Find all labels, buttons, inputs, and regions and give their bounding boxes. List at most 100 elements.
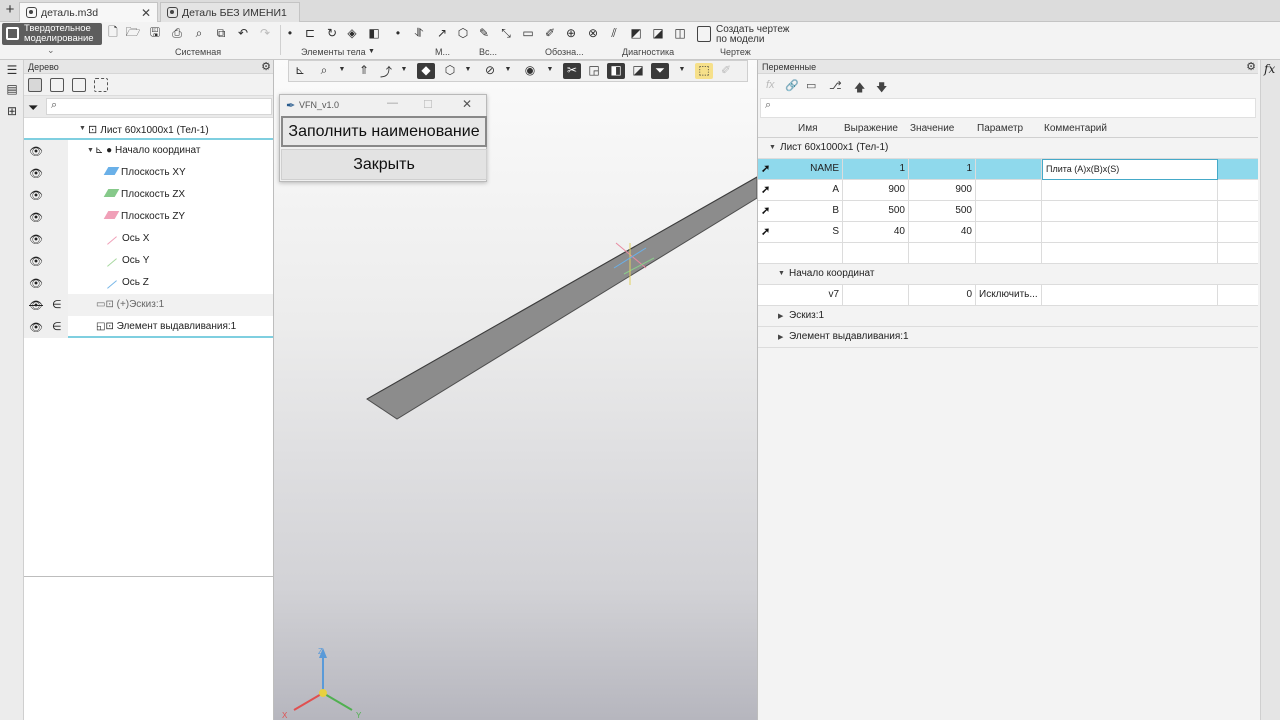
- column-name[interactable]: Имя: [798, 123, 817, 134]
- variable-comment[interactable]: [1042, 222, 1218, 243]
- axis-icon[interactable]: ↗: [434, 25, 450, 41]
- variables-search-input[interactable]: ⌕: [760, 98, 1256, 118]
- structure-view-icon[interactable]: [28, 78, 42, 92]
- eye-icon[interactable]: 👁: [29, 277, 43, 290]
- table-row[interactable]: ➚ B 500 500: [758, 201, 1258, 222]
- eye-icon[interactable]: 👁: [29, 145, 43, 158]
- eye-icon[interactable]: 👁: [29, 167, 43, 180]
- variable-expression[interactable]: 500: [843, 201, 909, 222]
- tree-item-axis-x[interactable]: 👁 Ось X: [24, 228, 273, 250]
- tree-item-extrusion[interactable]: 👁 ∈ ◱⊡ Элемент выдавливания:1: [24, 316, 273, 338]
- tree-icon[interactable]: ⊞: [4, 104, 20, 118]
- tree-search-input[interactable]: ⌕: [46, 98, 272, 115]
- tree-item-sketch[interactable]: 👁 ∈ ▭⊡ (+)Эскиз:1: [24, 294, 273, 316]
- plate-top-face[interactable]: [366, 176, 757, 420]
- group-diagnostics[interactable]: Диагностика: [622, 47, 674, 57]
- tab-detail-m3d[interactable]: деталь.m3d ✕: [19, 2, 158, 22]
- group-annotations[interactable]: Обозна...: [545, 47, 584, 57]
- expand-triangle-icon[interactable]: ▼: [778, 270, 785, 277]
- minimize-icon[interactable]: —: [387, 97, 398, 109]
- variable-parameter[interactable]: Исключить...: [976, 285, 1042, 306]
- variable-comment-input[interactable]: Плита (A)x(B)x(S): [1042, 159, 1218, 180]
- pencil-icon[interactable]: ✐: [542, 25, 558, 41]
- body-icon[interactable]: ◫: [672, 25, 688, 41]
- link-icon[interactable]: 🔗: [785, 79, 799, 92]
- extrude-icon[interactable]: ⊏: [302, 25, 318, 41]
- array-icon[interactable]: ◩: [628, 25, 644, 41]
- variable-expression[interactable]: 40: [843, 222, 909, 243]
- section-origin[interactable]: ▼ Начало координат: [758, 264, 1258, 285]
- sketch-icon[interactable]: ✎: [476, 25, 492, 41]
- variable-comment[interactable]: [1042, 285, 1218, 306]
- new-file-icon[interactable]: 🗋: [105, 25, 121, 41]
- tree-item-plane-zy[interactable]: 👁 Плоскость ZY: [24, 206, 273, 228]
- tree-item-origin[interactable]: 👁 ▼ ⊾ ● Начало координат: [24, 140, 273, 162]
- modeling-mode-button[interactable]: Твердотельное моделирование: [2, 23, 102, 45]
- variable-parameter[interactable]: [976, 180, 1042, 201]
- variable-parameter[interactable]: [976, 201, 1042, 222]
- column-parameter[interactable]: Параметр: [977, 123, 1023, 134]
- tree-item-plane-xy[interactable]: 👁 Плоскость XY: [24, 162, 273, 184]
- table-row[interactable]: ➚ NAME 1 1 Плита (A)x(B)x(S): [758, 159, 1258, 180]
- variable-name[interactable]: S: [796, 222, 843, 243]
- history-view-icon[interactable]: [50, 78, 64, 92]
- arrow-up-icon[interactable]: 🡅: [854, 79, 865, 98]
- variable-name[interactable]: A: [796, 180, 843, 201]
- variable-name[interactable]: [796, 243, 843, 264]
- column-value[interactable]: Значение: [910, 123, 954, 134]
- column-expression[interactable]: Выражение: [844, 123, 898, 134]
- save-all-icon[interactable]: ⧉: [213, 25, 229, 41]
- fill-name-button[interactable]: Заполнить наименование: [281, 116, 487, 147]
- variable-expression[interactable]: 1: [843, 159, 909, 180]
- properties-icon[interactable]: ▤: [4, 82, 20, 96]
- eye-hidden-icon[interactable]: 👁: [29, 299, 43, 312]
- table-row[interactable]: ➚ S 40 40: [758, 222, 1258, 243]
- redo-icon[interactable]: ↷: [257, 25, 273, 41]
- formula-icon[interactable]: ⎇: [829, 79, 842, 92]
- variable-comment[interactable]: [1042, 180, 1218, 201]
- surface-icon[interactable]: ⫽: [606, 25, 622, 41]
- variable-name[interactable]: v7: [796, 285, 843, 306]
- function-side-strip[interactable]: fx: [1260, 60, 1280, 720]
- variable-expression[interactable]: [843, 285, 909, 306]
- expand-triangle-right-icon[interactable]: ▶: [778, 333, 783, 341]
- column-comment[interactable]: Комментарий: [1044, 123, 1107, 134]
- close-button[interactable]: Закрыть: [281, 149, 487, 180]
- include-icon[interactable]: ∈: [52, 298, 62, 311]
- group-all[interactable]: Вс...: [479, 47, 497, 57]
- variable-comment[interactable]: [1042, 201, 1218, 222]
- menu-icon[interactable]: ☰: [4, 63, 20, 77]
- group-system[interactable]: Системная: [175, 47, 221, 57]
- gear-icon[interactable]: ⚙: [1246, 60, 1256, 73]
- expand-triangle-right-icon[interactable]: ▶: [778, 312, 783, 320]
- variable-parameter[interactable]: [976, 159, 1042, 180]
- variable-comment[interactable]: [1042, 243, 1218, 264]
- gear-icon[interactable]: ⚙: [261, 60, 271, 73]
- include-icon[interactable]: ∈: [52, 320, 62, 333]
- group-drawing[interactable]: Чертеж: [720, 47, 751, 57]
- point-icon[interactable]: •: [390, 25, 406, 41]
- preview-icon[interactable]: ⌕: [191, 25, 207, 41]
- maximize-icon[interactable]: ☐: [423, 98, 433, 111]
- section-body[interactable]: ▼ Лист 60x1000x1 (Тел-1): [758, 138, 1258, 159]
- group-m[interactable]: М...: [435, 47, 450, 57]
- new-tab-button[interactable]: +: [2, 2, 18, 19]
- print-icon[interactable]: ⎙: [169, 25, 185, 41]
- close-tab-icon[interactable]: ✕: [141, 6, 151, 20]
- diagnostics-icon[interactable]: ⊕: [563, 25, 579, 41]
- cut-icon[interactable]: ◧: [366, 25, 382, 41]
- loft-icon[interactable]: ◈: [344, 25, 360, 41]
- eye-icon[interactable]: 👁: [29, 255, 43, 268]
- table-row[interactable]: v7 0 Исключить...: [758, 285, 1258, 306]
- tree-item-body[interactable]: ▼ ⊡ Лист 60x1000x1 (Тел-1): [24, 118, 273, 140]
- function-icon[interactable]: fx: [766, 79, 775, 91]
- chevron-down-icon[interactable]: ⌄: [47, 45, 55, 56]
- section-icon[interactable]: ▭: [520, 25, 536, 41]
- variable-name[interactable]: NAME: [796, 159, 843, 180]
- save-icon[interactable]: 🖫: [147, 25, 163, 41]
- variable-parameter[interactable]: [976, 222, 1042, 243]
- section-extrusion[interactable]: ▶ Элемент выдавливания:1: [758, 327, 1258, 348]
- expand-triangle-icon[interactable]: ▼: [769, 144, 776, 151]
- eye-icon[interactable]: 👁: [29, 189, 43, 202]
- tree-item-axis-y[interactable]: 👁 Ось Y: [24, 250, 273, 272]
